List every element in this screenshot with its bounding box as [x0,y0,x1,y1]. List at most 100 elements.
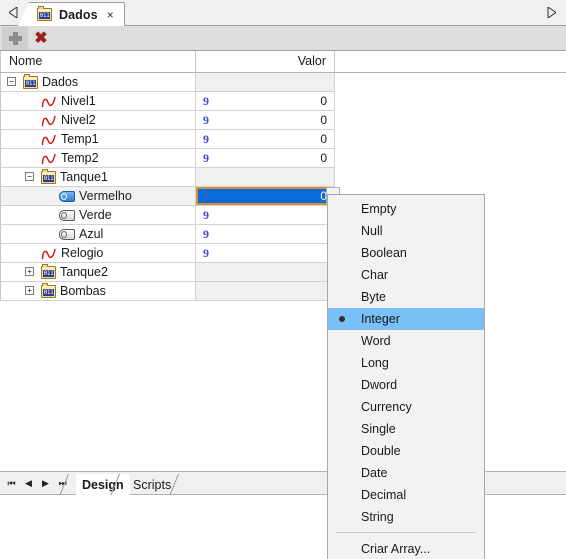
row-name-label: Temp2 [61,151,99,165]
menu-item-long[interactable]: Long [328,352,484,374]
table-row[interactable]: Temp2 9 0 [1,149,335,168]
cell-valor[interactable]: 9 [196,225,335,243]
cell-nome[interactable]: Temp2 [1,149,196,167]
binary-folder-icon: 011 [37,6,52,21]
menu-item-empty[interactable]: Empty [328,198,484,220]
binary-folder-icon-text: 011 [25,79,36,87]
column-header-valor[interactable]: Valor [196,51,335,72]
menu-item-date[interactable]: Date [328,462,484,484]
binary-folder-icon-text: 011 [43,269,54,277]
cell-value-text: 0 [320,113,327,127]
row-name-label: Verde [79,208,112,222]
cell-valor[interactable]: 90 [196,149,335,167]
cell-nome[interactable]: Nivel2 [1,111,196,129]
row-icon-wrap [41,114,57,127]
menu-item-single[interactable]: Single [328,418,484,440]
add-item-button[interactable] [2,27,28,50]
cell-nome[interactable]: Azul [1,225,196,243]
row-icon-wrap: 011 [41,282,56,298]
menu-item-string[interactable]: String [328,506,484,528]
cell-valor[interactable]: 90 [196,111,335,129]
table-row[interactable]: +011 Bombas [1,282,335,301]
document-tab-label: Dados [59,7,98,22]
menu-item-decimal[interactable]: Decimal [328,484,484,506]
collapse-icon[interactable]: − [25,172,34,181]
tab-scroll-right-icon[interactable] [540,0,562,25]
row-icon-wrap [59,228,75,240]
row-name-label: Azul [79,227,104,241]
table-row[interactable]: Relogio 9 [1,244,335,263]
cell-valor[interactable] [196,73,335,91]
tab-scripts-label: Scripts [133,477,172,492]
menu-item-label: Empty [361,202,397,216]
cell-valor-editing[interactable]: 90 [196,187,340,205]
data-type-glyph: 9 [203,93,209,108]
menu-item-label: Word [361,334,391,348]
table-row[interactable]: Nivel1 9 0 [1,92,335,111]
document-tab-strip: 011 Dados × [0,0,566,26]
menu-item-integer[interactable]: Integer [328,308,484,330]
close-icon[interactable]: × [107,8,114,22]
cell-nome[interactable]: − 011 Tanque1 [1,168,196,186]
cell-valor[interactable] [196,263,335,281]
sine-wave-icon [41,133,57,146]
cell-nome[interactable]: Verde [1,206,196,224]
cell-value-text: 0 [320,94,327,108]
menu-item-criar-array[interactable]: Criar Array... [328,538,484,559]
cell-nome[interactable]: − 011 Dados [1,73,196,91]
row-name-label: Tanque1 [60,170,108,184]
plus-icon [8,32,22,45]
expand-icon[interactable]: + [25,286,34,295]
cell-valor[interactable] [196,282,335,300]
collapse-icon[interactable]: − [7,77,16,86]
sine-wave-icon [41,152,57,165]
tab-left-bevel [18,2,29,26]
cell-valor[interactable]: 90 [196,130,335,148]
column-header-nome[interactable]: Nome [0,51,196,72]
menu-item-boolean[interactable]: Boolean [328,242,484,264]
cell-nome[interactable]: +011 Tanque2 [1,263,196,281]
menu-item-word[interactable]: Word [328,330,484,352]
document-tab-dados[interactable]: 011 Dados × [18,2,125,26]
menu-item-label: Date [361,466,388,480]
expand-icon[interactable]: + [25,267,34,276]
binary-folder-icon-text: 011 [43,174,54,182]
menu-item-label: Criar Array... [361,542,431,556]
nav-next-button[interactable]: ▶ [37,473,54,494]
table-row[interactable]: − 011 Dados [1,73,335,92]
table-row[interactable]: Temp1 9 0 [1,130,335,149]
menu-item-byte[interactable]: Byte [328,286,484,308]
table-row[interactable]: Nivel2 9 0 [1,111,335,130]
cell-valor[interactable]: 9 [196,244,335,262]
menu-item-dword[interactable]: Dword [328,374,484,396]
row-name-label: Bombas [60,284,106,298]
table-row[interactable]: − 011 Tanque1 [1,168,335,187]
cell-nome[interactable]: Relogio [1,244,196,262]
cell-valor[interactable]: 9 [196,206,335,224]
row-icon-wrap [59,209,75,221]
menu-item-label: Currency [361,400,412,414]
menu-item-label: Double [361,444,401,458]
menu-item-currency[interactable]: Currency [328,396,484,418]
sine-wave-icon [41,114,57,127]
row-icon-wrap [41,152,57,165]
menu-item-null[interactable]: Null [328,220,484,242]
delete-item-button[interactable]: ✖ [28,27,54,50]
menu-item-double[interactable]: Double [328,440,484,462]
cell-nome[interactable]: +011 Bombas [1,282,196,300]
table-row[interactable]: Vermelho 9 0 [1,187,340,206]
cell-valor[interactable] [196,168,335,186]
table-row[interactable]: +011 Tanque2 [1,263,335,282]
cell-nome[interactable]: Vermelho [1,187,196,205]
nav-first-button[interactable]: ⏮ [3,473,20,494]
cell-valor[interactable]: 90 [196,92,335,110]
table-row[interactable]: Verde 9 [1,206,335,225]
nav-prev-button[interactable]: ◀ [20,473,37,494]
cell-nome[interactable]: Nivel1 [1,92,196,110]
cell-nome[interactable]: Temp1 [1,130,196,148]
grid-header: Nome Valor [0,51,566,73]
data-type-glyph: 9 [203,112,209,127]
table-row[interactable]: Azul 9 [1,225,335,244]
menu-item-char[interactable]: Char [328,264,484,286]
grid-body: −011 Dados Nivel1 9 0 Nivel2 9 0 Temp1 9 0 Temp2 9 0−… [0,73,340,301]
